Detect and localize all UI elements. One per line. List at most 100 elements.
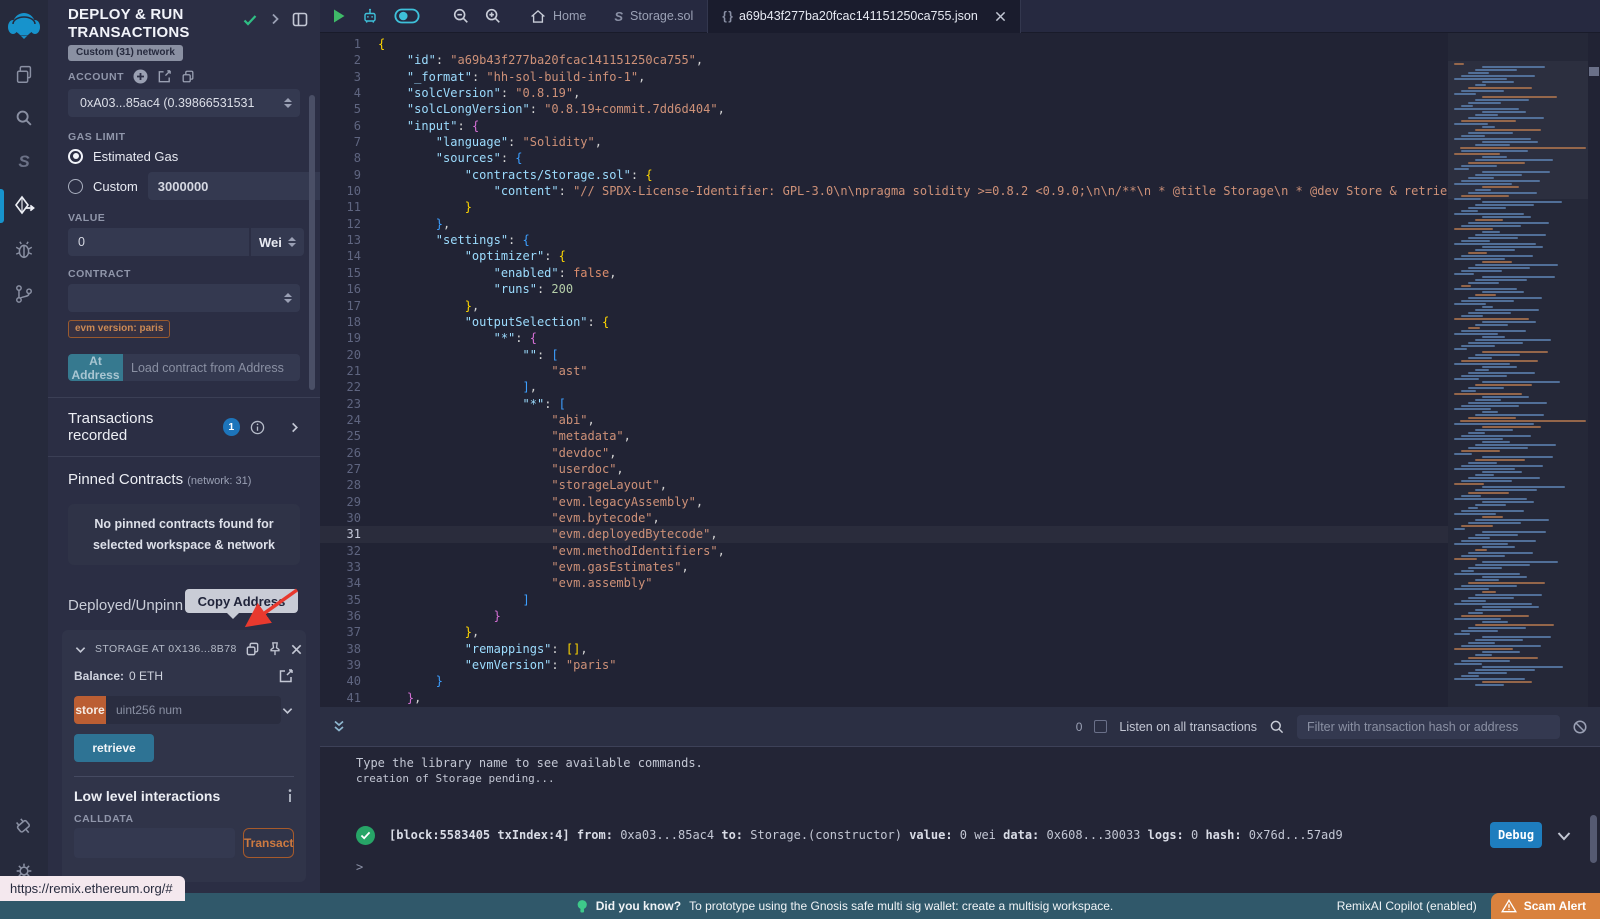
edit-balance-icon[interactable] [278,668,294,684]
terminal-body[interactable]: Type the library name to see available c… [320,747,1600,874]
deploy-run-icon[interactable] [0,184,48,228]
store-arg-input[interactable] [106,696,281,724]
collapse-terminal-icon[interactable] [332,719,346,735]
low-level-info-icon[interactable] [286,789,294,803]
copilot-toggle-icon[interactable] [394,7,420,25]
file-explorer-icon[interactable] [0,52,48,96]
tab-home[interactable]: Home [516,0,600,33]
code-line[interactable]: 39 "evmVersion": "paris" [320,657,1448,673]
code-line[interactable]: 32 "evm.methodIdentifiers", [320,543,1448,559]
collapse-instance-icon[interactable] [74,644,87,655]
copy-address-icon[interactable] [245,641,260,657]
tab-build-info-json[interactable]: { } a69b43f277ba20fcac141151250ca755.jso… [707,0,1021,33]
copilot-status[interactable]: RemixAI Copilot (enabled) [1337,899,1477,913]
code-line[interactable]: 20 "": [ [320,347,1448,363]
listen-label[interactable]: Listen on all transactions [1119,720,1257,734]
code-line[interactable]: 19 "*": { [320,330,1448,346]
custom-gas-radio[interactable] [68,179,83,194]
code-line[interactable]: 21 "ast" [320,363,1448,379]
code-line[interactable]: 4 "solcVersion": "0.8.19", [320,85,1448,101]
account-select[interactable]: 0xA03...85ac4 (0.39866531531 [68,89,300,117]
git-icon[interactable] [0,272,48,316]
code-line[interactable]: 36 } [320,608,1448,624]
debug-button[interactable]: Debug [1490,822,1542,848]
code-line[interactable]: 17 }, [320,298,1448,314]
editor-scrollbar[interactable] [1588,33,1600,707]
code-line[interactable]: 7 "language": "Solidity", [320,134,1448,150]
clear-filter-ban-icon[interactable] [1572,719,1588,735]
code-area[interactable]: 1{2 "id": "a69b43f277ba20fcac141151250ca… [320,36,1448,706]
transact-button[interactable]: Transact [243,828,294,858]
code-line[interactable]: 40 } [320,673,1448,689]
plugin-manager-icon[interactable] [0,805,48,849]
transactions-recorded-row[interactable]: Transactions recorded 1 [48,398,320,456]
code-line[interactable]: 30 "evm.bytecode", [320,510,1448,526]
zoom-in-icon[interactable] [484,7,502,25]
code-line[interactable]: 10 "content": "// SPDX-License-Identifie… [320,183,1448,199]
contract-select[interactable] [68,284,300,312]
value-unit-select[interactable]: Wei [251,228,304,256]
minimap[interactable] [1448,33,1588,707]
terminal-prompt[interactable]: > [356,860,1600,874]
code-line[interactable]: 25 "metadata", [320,428,1448,444]
transaction-log-row[interactable]: [block:5583405 txIndex:4] from: 0xa03...… [356,822,1600,848]
estimated-gas-radio[interactable] [68,149,83,164]
zoom-out-icon[interactable] [452,7,470,25]
custom-gas-input[interactable] [148,172,320,200]
search-icon[interactable] [0,96,48,140]
add-account-icon[interactable] [133,69,148,84]
panel-forward-icon[interactable] [269,12,281,26]
pin-contract-icon[interactable] [268,641,282,657]
code-line[interactable]: 8 "sources": { [320,150,1448,166]
value-input[interactable] [68,228,249,256]
pin-panel-icon[interactable] [292,12,308,27]
code-line[interactable]: 14 "optimizer": { [320,248,1448,264]
code-line[interactable]: 12 }, [320,216,1448,232]
expand-tx-icon[interactable] [1556,829,1572,842]
code-line[interactable]: 23 "*": [ [320,396,1448,412]
panel-scrollbar[interactable] [309,95,315,390]
code-line[interactable]: 29 "evm.legacyAssembly", [320,494,1448,510]
code-line[interactable]: 18 "outputSelection": { [320,314,1448,330]
listen-checkbox[interactable] [1094,720,1107,733]
code-line[interactable]: 2 "id": "a69b43f277ba20fcac141151250ca75… [320,52,1448,68]
code-line[interactable]: 9 "contracts/Storage.sol": { [320,167,1448,183]
remove-instance-icon[interactable] [290,643,303,656]
estimated-gas-option[interactable]: Estimated Gas [68,148,300,164]
expand-transactions-icon[interactable] [289,421,300,434]
run-script-icon[interactable] [332,8,346,24]
code-line[interactable]: 41 }, [320,690,1448,706]
code-line[interactable]: 31 "evm.deployedBytecode", [320,526,1448,542]
close-tab-icon[interactable] [995,11,1006,22]
retrieve-button[interactable]: retrieve [74,734,154,762]
terminal-scrollbar-thumb[interactable] [1590,815,1597,863]
store-button[interactable]: store [74,696,106,724]
info-icon[interactable] [250,420,265,435]
at-address-input[interactable] [123,354,300,381]
code-line[interactable]: 27 "userdoc", [320,461,1448,477]
code-line[interactable]: 6 "input": { [320,118,1448,134]
filter-input[interactable] [1297,715,1560,739]
code-line[interactable]: 35 ] [320,592,1448,608]
ai-assistant-icon[interactable] [360,6,380,26]
code-line[interactable]: 24 "abi", [320,412,1448,428]
calldata-input[interactable] [74,828,235,858]
at-address-button[interactable]: At Address [68,354,123,381]
code-line[interactable]: 28 "storageLayout", [320,477,1448,493]
code-line[interactable]: 1{ [320,36,1448,52]
code-line[interactable]: 11 } [320,199,1448,215]
code-line[interactable]: 22 ], [320,379,1448,395]
remix-logo-icon[interactable] [0,0,48,52]
debugger-icon[interactable] [0,228,48,272]
scam-alert-button[interactable]: Scam Alert [1491,893,1600,919]
code-line[interactable]: 37 }, [320,624,1448,640]
code-line[interactable]: 26 "devdoc", [320,445,1448,461]
code-line[interactable]: 13 "settings": { [320,232,1448,248]
solidity-compiler-icon[interactable]: S [0,140,48,184]
code-line[interactable]: 5 "solcLongVersion": "0.8.19+commit.7dd6… [320,101,1448,117]
edit-account-icon[interactable] [157,69,172,84]
instance-header[interactable]: STORAGE AT 0X136...8B78 [74,640,294,658]
code-line[interactable]: 34 "evm.assembly" [320,575,1448,591]
code-line[interactable]: 16 "runs": 200 [320,281,1448,297]
code-line[interactable]: 38 "remappings": [], [320,641,1448,657]
